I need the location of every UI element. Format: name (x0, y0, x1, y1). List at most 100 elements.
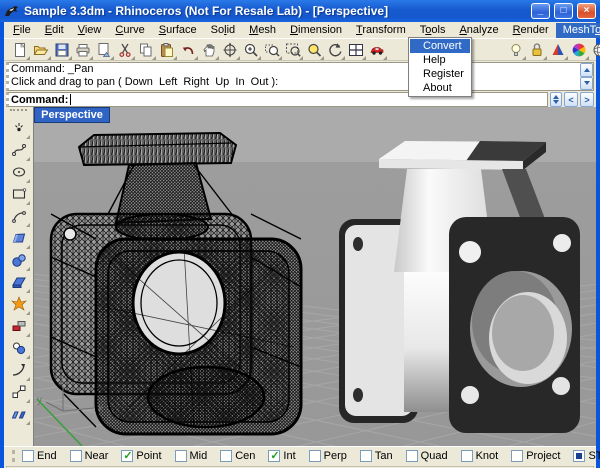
minimize-button[interactable]: _ (531, 3, 550, 19)
scroll-down-button[interactable] (580, 76, 593, 90)
zoom-dyn-button[interactable] (262, 40, 282, 60)
copy-button[interactable] (136, 40, 156, 60)
checkbox-strack[interactable] (573, 449, 586, 462)
sidebar-group-button[interactable] (7, 337, 31, 359)
checkbox-perp[interactable] (308, 449, 321, 462)
undo-button[interactable] (178, 40, 198, 60)
osnap-quad[interactable]: Quad (405, 449, 448, 462)
zoom-in-button[interactable] (241, 40, 261, 60)
history-scrollbar (580, 63, 593, 90)
menu-surface[interactable]: Surface (152, 23, 204, 38)
menuitem-about[interactable]: About (410, 81, 470, 95)
osnap-cen[interactable]: Cen (220, 449, 255, 462)
osnap-near[interactable]: Near (69, 449, 108, 462)
checkbox-cen[interactable] (220, 449, 233, 462)
app-icon-rhino (5, 6, 18, 16)
checkbox-near[interactable] (69, 449, 82, 462)
rotate-button[interactable] (220, 40, 240, 60)
sidebar-curve-button[interactable] (7, 139, 31, 161)
checkbox-point[interactable] (121, 449, 134, 462)
save-button[interactable] (52, 40, 72, 60)
sidebar-boolean-button[interactable] (7, 315, 31, 337)
menuitem-register[interactable]: Register (410, 67, 470, 81)
checkbox-knot[interactable] (460, 449, 473, 462)
sidebar-point-button[interactable] (7, 117, 31, 139)
prev-command-button[interactable]: < (564, 92, 578, 107)
menu-view[interactable]: View (71, 23, 109, 38)
viewports-button[interactable] (346, 40, 366, 60)
shaded-button[interactable] (548, 40, 568, 60)
export-button[interactable] (94, 40, 114, 60)
wireframe-model (49, 131, 303, 436)
open-folder-button[interactable] (31, 40, 51, 60)
lock-button[interactable] (527, 40, 547, 60)
checkbox-tan[interactable] (359, 449, 372, 462)
sidebar-spheres-button[interactable] (7, 249, 31, 271)
menu-solid[interactable]: Solid (204, 23, 242, 38)
menu-analyze[interactable]: Analyze (452, 23, 505, 38)
workspace: z x y Perspective (4, 107, 596, 446)
viewport-tab-perspective[interactable]: Perspective (34, 107, 110, 123)
menu-curve[interactable]: Curve (108, 23, 151, 38)
next-command-button[interactable]: > (580, 92, 594, 107)
title-bar[interactable]: Sample 3.3dm - Rhinoceros (Not For Resal… (0, 0, 600, 22)
cut-button[interactable] (115, 40, 135, 60)
sidebar-poly-button[interactable] (7, 271, 31, 293)
undo-view-button[interactable] (325, 40, 345, 60)
menu-dimension[interactable]: Dimension (283, 23, 349, 38)
pan-button[interactable] (199, 40, 219, 60)
sidebar-surface-button[interactable] (7, 227, 31, 249)
menu-meshtosolid[interactable]: MeshToSolid (555, 22, 600, 38)
checkbox-quad[interactable] (405, 449, 418, 462)
paste-button[interactable] (157, 40, 177, 60)
checkbox-int[interactable] (268, 449, 281, 462)
checkbox-mid[interactable] (174, 449, 187, 462)
checkbox-end[interactable] (22, 449, 34, 462)
sidebar-rect-button[interactable] (7, 183, 31, 205)
render-car-button[interactable] (367, 40, 387, 60)
sidebar-explode-button[interactable] (7, 293, 31, 315)
osnap-int[interactable]: Int (268, 449, 296, 462)
menu-file[interactable]: File (6, 23, 38, 38)
menu-mesh[interactable]: Mesh (242, 23, 283, 38)
osnap-project[interactable]: Project (511, 449, 560, 462)
osnap-end[interactable]: End (22, 449, 57, 462)
move-icon (12, 385, 25, 398)
checkbox-project[interactable] (511, 449, 524, 462)
menuitem-convert[interactable]: Convert (410, 39, 470, 53)
sidebar-move-button[interactable] (7, 381, 31, 403)
zoom-win-button[interactable] (283, 40, 303, 60)
osnap-tan[interactable]: Tan (359, 449, 393, 462)
command-spinner[interactable] (550, 92, 562, 107)
maximize-button[interactable]: □ (554, 3, 573, 19)
menu-render[interactable]: Render (506, 23, 556, 38)
sidebar-fillet-button[interactable] (7, 359, 31, 381)
menu-edit[interactable]: Edit (38, 23, 71, 38)
perspective-viewport[interactable]: z x y Perspective (33, 107, 596, 446)
close-button[interactable]: × (577, 3, 596, 19)
color-wheel-button[interactable] (569, 40, 589, 60)
mirror-icon (11, 411, 26, 419)
render-sphere-icon (593, 43, 600, 56)
render-sphere-button[interactable] (590, 40, 600, 60)
sidebar-arc-button[interactable] (7, 205, 31, 227)
new-file-button[interactable] (10, 40, 30, 60)
print-button[interactable] (73, 40, 93, 60)
osnap-perp[interactable]: Perp (308, 449, 347, 462)
osnap-strack[interactable]: STrack (573, 449, 600, 462)
osnap-mid[interactable]: Mid (174, 449, 207, 462)
sidebar-ellipse-button[interactable] (7, 161, 31, 183)
viewports-icon (349, 43, 363, 56)
sidebar-mirror-button[interactable] (7, 403, 31, 425)
osnap-point[interactable]: Point (121, 449, 162, 462)
osnap-knot[interactable]: Knot (460, 449, 498, 462)
spin-up-icon (553, 95, 559, 99)
zoom-sel-button[interactable] (304, 40, 324, 60)
scroll-up-button[interactable] (580, 63, 593, 77)
toolbar-grip[interactable] (10, 109, 27, 115)
command-history[interactable]: Command: _Pan Click and drag to pan ( Dow… (6, 62, 594, 91)
menuitem-help[interactable]: Help (410, 53, 470, 67)
lightbulb-button[interactable] (506, 40, 526, 60)
menu-transform[interactable]: Transform (349, 23, 413, 38)
menu-tools[interactable]: Tools (413, 23, 453, 38)
